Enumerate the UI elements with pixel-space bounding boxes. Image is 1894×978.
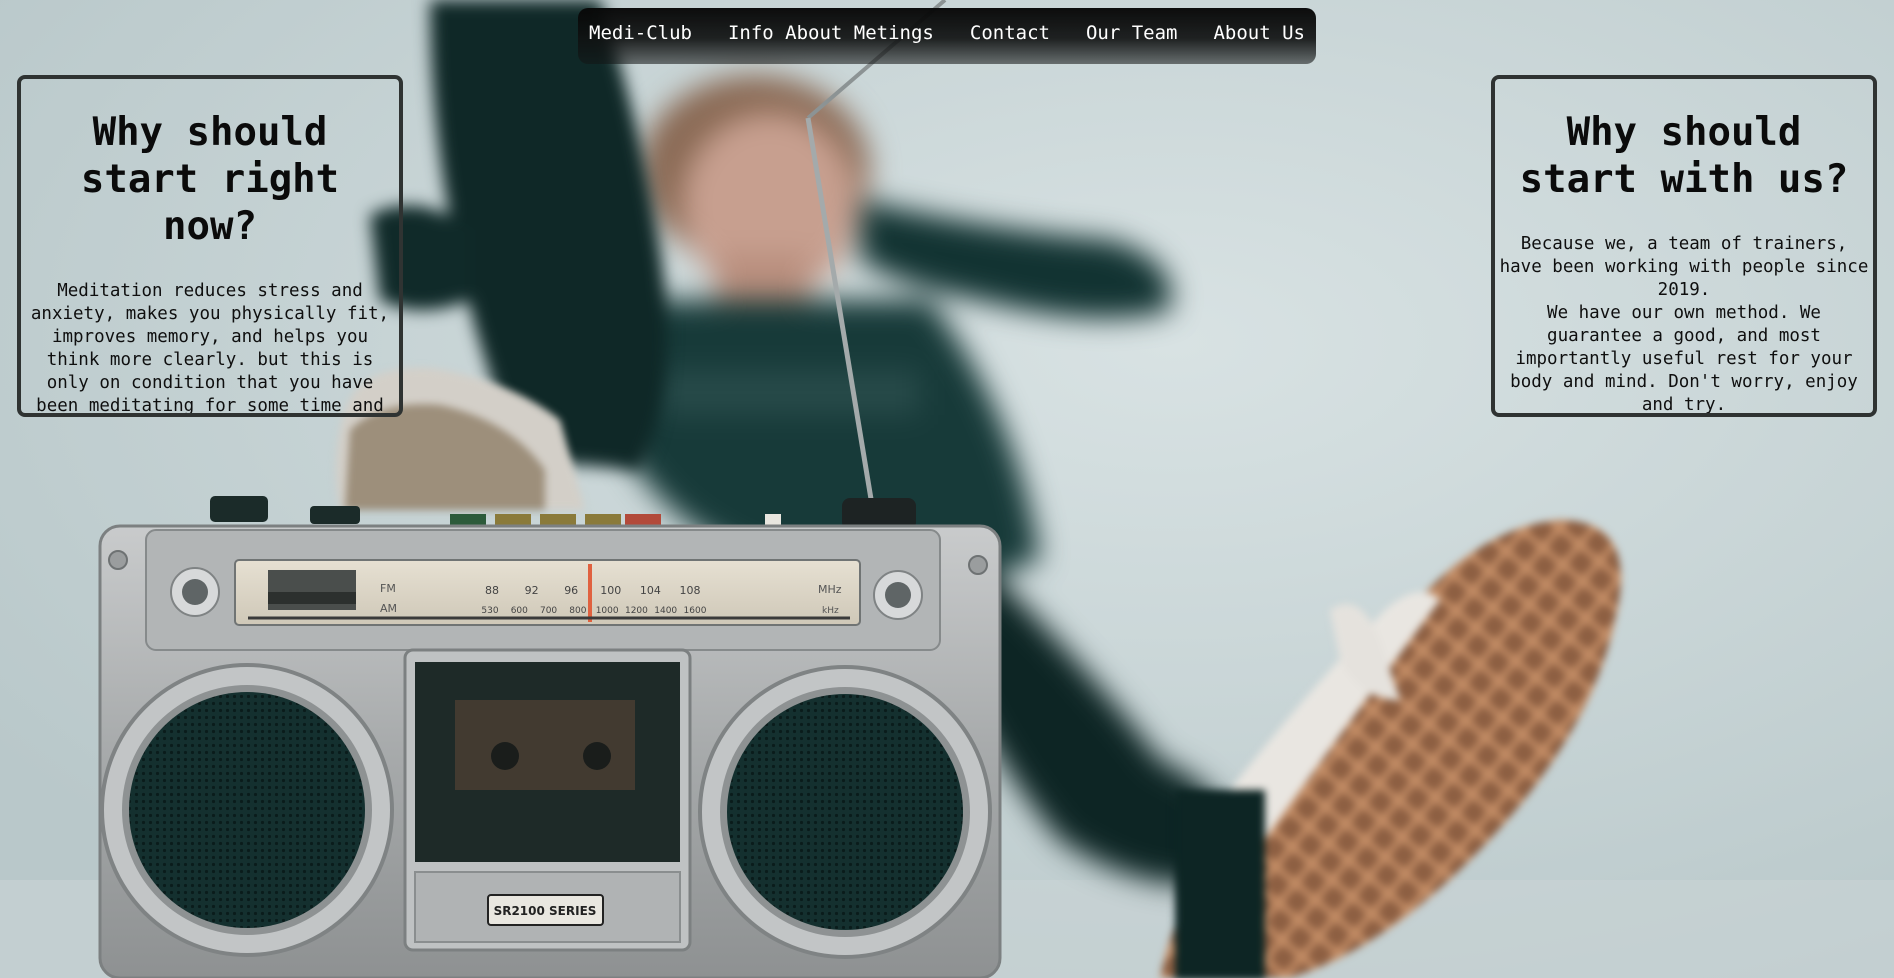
radio-series-label: SR2100 SERIES [494, 904, 597, 918]
dial-fm-band: FM [380, 582, 396, 595]
dial-fm-value: 92 [525, 584, 539, 597]
why-start-with-us-title: Why should start with us? [1519, 110, 1849, 202]
nav-medi-club[interactable]: Medi-Club [589, 22, 692, 44]
nav-our-team[interactable]: Our Team [1086, 22, 1178, 44]
nav-about-us[interactable]: About Us [1213, 22, 1305, 44]
why-start-now-title: Why should start right now? [80, 110, 340, 249]
why-start-with-us-box: Why should start with us? Because we, a … [1491, 75, 1877, 417]
top-navigation-bar: Medi-Club Info About Metings Contact Our… [578, 8, 1316, 64]
dial-fm-value: 100 [600, 584, 621, 597]
dial-am-band: AM [380, 602, 397, 615]
dial-am-value: 1600 [684, 606, 707, 616]
dial-am-unit: kHz [822, 606, 839, 616]
dial-am-value: 800 [569, 606, 586, 616]
dial-fm-value: 104 [640, 584, 661, 597]
dial-fm-value: 96 [564, 584, 578, 597]
dial-am-value: 530 [481, 606, 498, 616]
nav-info-about-meetings[interactable]: Info About Metings [728, 22, 934, 44]
dial-fm-unit: MHz [818, 583, 842, 596]
why-start-now-box: Why should start right now? Meditation r… [17, 75, 403, 417]
why-start-now-text: Meditation reduces stress and anxiety, m… [30, 281, 390, 416]
dial-fm-value: 108 [680, 584, 701, 597]
dial-am-value: 1400 [654, 606, 677, 616]
nav-contact[interactable]: Contact [970, 22, 1050, 44]
dial-fm-value: 88 [485, 584, 499, 597]
dial-am-value: 1000 [596, 606, 619, 616]
page: FM AM 88 92 96 100 104 108 530 600 700 800 1000 12… [0, 0, 1894, 978]
dial-am-value: 700 [540, 606, 557, 616]
dial-am-value: 1200 [625, 606, 648, 616]
why-start-with-us-text: Because we, a team of trainers, have bee… [1499, 234, 1869, 415]
dial-am-value: 600 [511, 606, 528, 616]
